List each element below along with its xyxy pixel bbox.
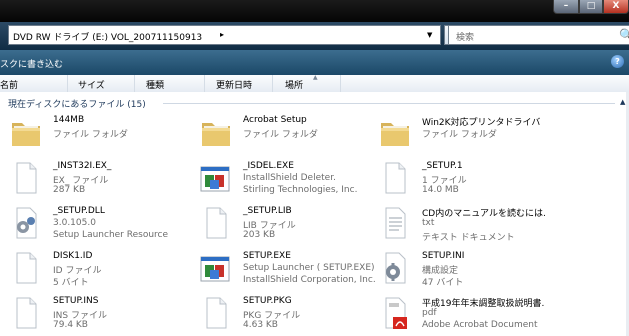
file-tile[interactable]: _SETUP.LIB LIB ファイル 203 KB [198, 205, 398, 241]
file-name: DISK1.ID [53, 251, 93, 261]
file-size: 14.0 MB [422, 185, 459, 195]
installer-icon [200, 256, 230, 282]
column-header-type[interactable]: 種類 [146, 78, 164, 91]
settings-file-icon [385, 252, 406, 284]
address-dropdown-icon[interactable]: ▼ [427, 31, 432, 39]
close-icon: X [612, 1, 620, 11]
file-name: SETUP.EXE [243, 251, 291, 261]
file-company: InstallShield Corporation, Inc. [243, 275, 376, 285]
folder-icon [381, 123, 409, 146]
file-name: _SETUP.LIB [243, 206, 292, 216]
file-name: _SETUP.1 [422, 161, 463, 171]
file-type: InstallShield Deleter. [243, 173, 336, 183]
file-type: ファイル フォルダ [243, 130, 318, 140]
file-size: 47 バイト [422, 278, 464, 288]
file-name: SETUP.PKG [243, 296, 292, 306]
file-icon [206, 207, 227, 239]
help-icon[interactable]: ? [611, 55, 624, 68]
file-description: Setup Launcher ( SETUP.EXE) [243, 263, 375, 273]
file-size: 4.63 KB [243, 320, 278, 330]
search-placeholder: 検索 [456, 33, 475, 43]
minimize-icon: – [563, 1, 569, 11]
file-tile[interactable]: SETUP.PKG PKG ファイル 4.63 KB [198, 295, 398, 331]
file-company: Stirling Technologies, Inc. [243, 185, 358, 195]
breadcrumb-arrow-icon[interactable]: ▸ [220, 30, 224, 39]
toolbar: スクに書き込む ? [0, 50, 629, 75]
file-type: ファイル フォルダ [422, 130, 497, 140]
column-divider[interactable] [134, 75, 135, 92]
file-size: 5 バイト [53, 278, 89, 288]
file-size: 79.4 KB [53, 320, 88, 330]
burn-to-disc-button[interactable]: スクに書き込む [0, 57, 63, 70]
sort-arrow-icon: ▲ [313, 74, 318, 81]
file-tile[interactable]: _INST32I.EX_ EX_ ファイル 287 KB [8, 160, 208, 196]
group-header[interactable]: 現在ディスクにあるファイル (15) [8, 97, 146, 110]
file-tile[interactable]: SETUP.INI 構成設定 47 バイト [377, 250, 577, 288]
file-name: CD内のマニュアルを読むには. [422, 209, 546, 219]
file-name: SETUP.INI [422, 251, 465, 261]
file-tile[interactable]: SETUP.INS INS ファイル 79.4 KB [8, 295, 208, 331]
file-tile[interactable]: Win2K対応プリンタドライバ ファイル フォルダ [377, 114, 577, 150]
file-name: _INST32I.EX_ [53, 161, 112, 171]
address-bar[interactable]: DVD RW ドライブ (E:) VOL_200711150913 ▸ ▼ [8, 25, 441, 45]
file-name: _ISDEL.EXE [243, 161, 294, 171]
file-tile[interactable]: _ISDEL.EXE InstallShield Deleter. Stirli… [198, 160, 398, 196]
collapse-group-icon[interactable]: ▲ [620, 98, 625, 106]
folder-icon [12, 123, 40, 146]
file-name: _SETUP.DLL [53, 206, 105, 216]
file-tile[interactable]: Acrobat Setup ファイル フォルダ [198, 114, 398, 150]
file-type: Adobe Acrobat Document [422, 320, 538, 330]
column-divider[interactable] [67, 75, 68, 92]
file-type: ファイル フォルダ [53, 130, 128, 140]
file-tile[interactable]: CD内のマニュアルを読むには. txt テキスト ドキュメント [377, 205, 577, 243]
file-tile[interactable]: DISK1.ID ID ファイル 5 バイト [8, 250, 208, 288]
file-icon [16, 252, 37, 284]
file-icon [16, 162, 37, 194]
folder-icon [202, 123, 230, 146]
address-path[interactable]: DVD RW ドライブ (E:) VOL_200711150913 [13, 30, 202, 43]
file-description: Setup Launcher Resource [53, 230, 169, 240]
file-name: 144MB [53, 115, 85, 125]
file-list[interactable]: 現在ディスクにあるファイル (15) ▲ 144MB ファイル フォルダ Acr… [0, 92, 629, 336]
column-divider[interactable] [340, 75, 341, 92]
file-icon [206, 297, 227, 329]
search-icon[interactable]: 🔍 [619, 28, 629, 42]
file-tile[interactable]: _SETUP.DLL 3.0.105.0 Setup Launcher Reso… [8, 205, 208, 241]
group-divider [163, 103, 615, 104]
window-titlebar: – □ X [0, 0, 629, 22]
file-name: Acrobat Setup [243, 115, 307, 125]
file-name: 平成19年年末調整取扱説明書. [422, 299, 545, 309]
column-header-name[interactable]: 名前 [0, 78, 18, 91]
text-document-icon [385, 207, 406, 239]
file-version: 3.0.105.0 [53, 218, 96, 228]
file-icon [385, 162, 406, 194]
file-tile[interactable]: _SETUP.1 1 ファイル 14.0 MB [377, 160, 577, 196]
search-input[interactable]: 検索 🔍 [448, 25, 629, 45]
pdf-icon [385, 297, 407, 329]
minimize-button[interactable]: – [553, 0, 579, 14]
file-icon [16, 297, 37, 329]
file-tile[interactable]: SETUP.EXE Setup Launcher ( SETUP.EXE) In… [198, 250, 398, 286]
column-divider[interactable] [272, 75, 273, 92]
file-size: 287 KB [53, 185, 86, 195]
close-button[interactable]: X [603, 0, 629, 14]
address-row: DVD RW ドライブ (E:) VOL_200711150913 ▸ ▼ ⟳ … [0, 22, 629, 50]
column-headers: 名前 サイズ 種類 更新日時 場所 ▲ [0, 74, 629, 93]
column-divider[interactable] [204, 75, 205, 92]
file-extension: txt [422, 218, 435, 228]
file-tile[interactable]: 平成19年年末調整取扱説明書. pdf Adobe Acrobat Docume… [377, 295, 577, 331]
maximize-button[interactable]: □ [579, 0, 603, 14]
column-header-modified[interactable]: 更新日時 [216, 78, 252, 91]
maximize-icon: □ [586, 1, 596, 11]
file-extension: pdf [422, 308, 437, 318]
column-header-size[interactable]: サイズ [78, 78, 105, 91]
installer-icon [200, 166, 230, 192]
column-header-location[interactable]: 場所 [285, 78, 303, 91]
file-size: 203 KB [243, 230, 276, 240]
file-name: SETUP.INS [53, 296, 99, 306]
file-tile[interactable]: 144MB ファイル フォルダ [8, 114, 208, 150]
dll-icon [16, 207, 37, 239]
file-type: テキスト ドキュメント [422, 233, 515, 243]
